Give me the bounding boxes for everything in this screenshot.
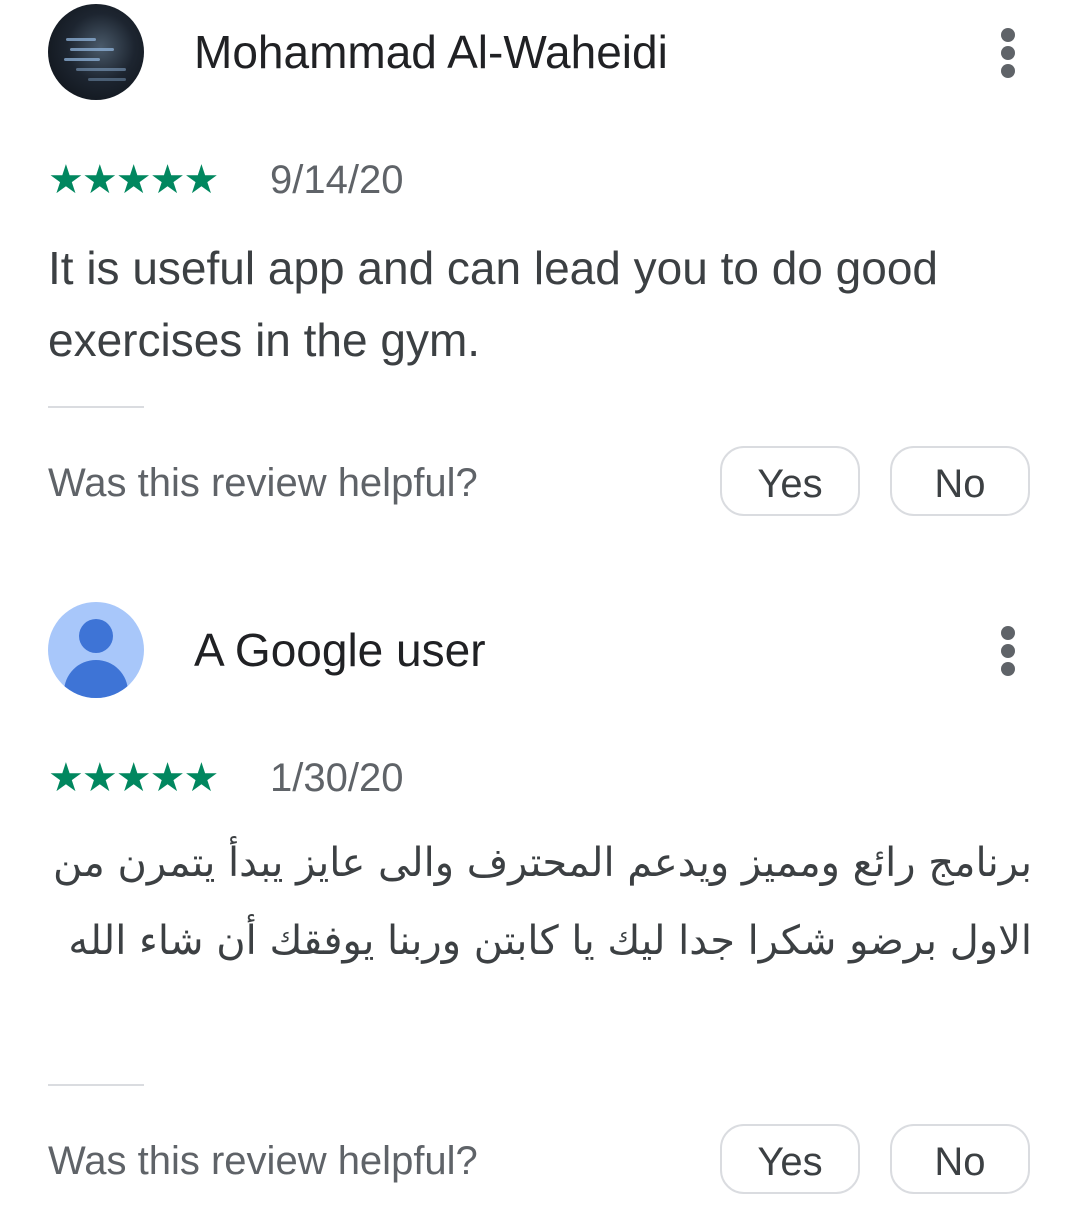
more-options-button[interactable] (984, 620, 1032, 680)
star-rating-icon: ★★★★★ (48, 756, 219, 800)
helpful-no-button[interactable]: No (890, 1124, 1030, 1194)
helpful-yes-button[interactable]: Yes (720, 1124, 860, 1194)
reviewer-name: A Google user (194, 624, 486, 676)
helpful-prompt: Was this review helpful? (48, 461, 478, 505)
more-options-button[interactable] (984, 22, 1032, 82)
review-header: Mohammad Al-Waheidi (48, 4, 1032, 100)
person-icon (79, 619, 113, 653)
helpful-yes-button[interactable]: Yes (720, 446, 860, 516)
star-rating-icon: ★★★★★ (48, 158, 219, 202)
reviewer-name: Mohammad Al-Waheidi (194, 26, 668, 78)
review-text: برنامج رائع ومميز ويدعم المحترف والى عاي… (52, 840, 1032, 964)
more-vert-icon (1001, 626, 1015, 640)
divider (48, 1084, 144, 1086)
divider (48, 406, 144, 408)
default-user-avatar (48, 602, 144, 698)
review-text: It is useful app and can lead you to do … (48, 242, 938, 366)
avatar (48, 4, 144, 100)
helpful-no-button[interactable]: No (890, 446, 1030, 516)
review-date: 9/14/20 (270, 158, 404, 202)
helpful-prompt: Was this review helpful? (48, 1139, 478, 1183)
review-header: A Google user (48, 602, 1032, 698)
review-date: 1/30/20 (270, 756, 404, 800)
helpful-row: Was this review helpful? Yes No (48, 1124, 1032, 1198)
more-vert-icon (1001, 28, 1015, 42)
helpful-row: Was this review helpful? Yes No (48, 446, 1032, 520)
